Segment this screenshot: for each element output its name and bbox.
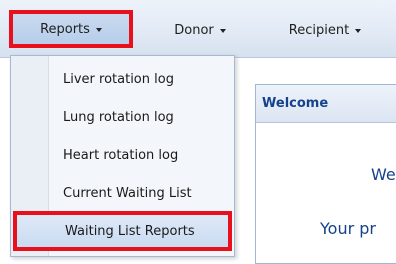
menu-item-lung-rotation-log[interactable]: Lung rotation log bbox=[11, 98, 234, 136]
chevron-down-icon bbox=[355, 28, 362, 33]
welcome-panel: Welcome We Your pr bbox=[255, 84, 396, 264]
recipient-menu-label: Recipient bbox=[288, 22, 350, 38]
reports-menu-label: Reports bbox=[40, 21, 90, 37]
chevron-down-icon bbox=[95, 27, 102, 32]
welcome-panel-title: Welcome bbox=[256, 85, 396, 123]
menu-item-liver-rotation-log[interactable]: Liver rotation log bbox=[11, 60, 234, 98]
menu-item-heart-rotation-log[interactable]: Heart rotation log bbox=[11, 136, 234, 174]
menu-item-waiting-list-reports[interactable]: Waiting List Reports bbox=[13, 211, 232, 251]
welcome-message: We bbox=[371, 165, 396, 184]
welcome-subtext: Your pr bbox=[320, 219, 376, 238]
donor-menu-label: Donor bbox=[174, 22, 214, 38]
donor-menu-button[interactable]: Donor bbox=[160, 10, 240, 50]
reports-dropdown-menu: Liver rotation log Lung rotation log Hea… bbox=[10, 55, 235, 257]
recipient-menu-button[interactable]: Recipient bbox=[270, 10, 380, 50]
chevron-down-icon bbox=[219, 28, 226, 33]
menu-bar: Reports Donor Recipient bbox=[0, 0, 396, 58]
reports-menu-button[interactable]: Reports bbox=[9, 10, 133, 48]
menu-item-current-waiting-list[interactable]: Current Waiting List bbox=[11, 174, 234, 212]
